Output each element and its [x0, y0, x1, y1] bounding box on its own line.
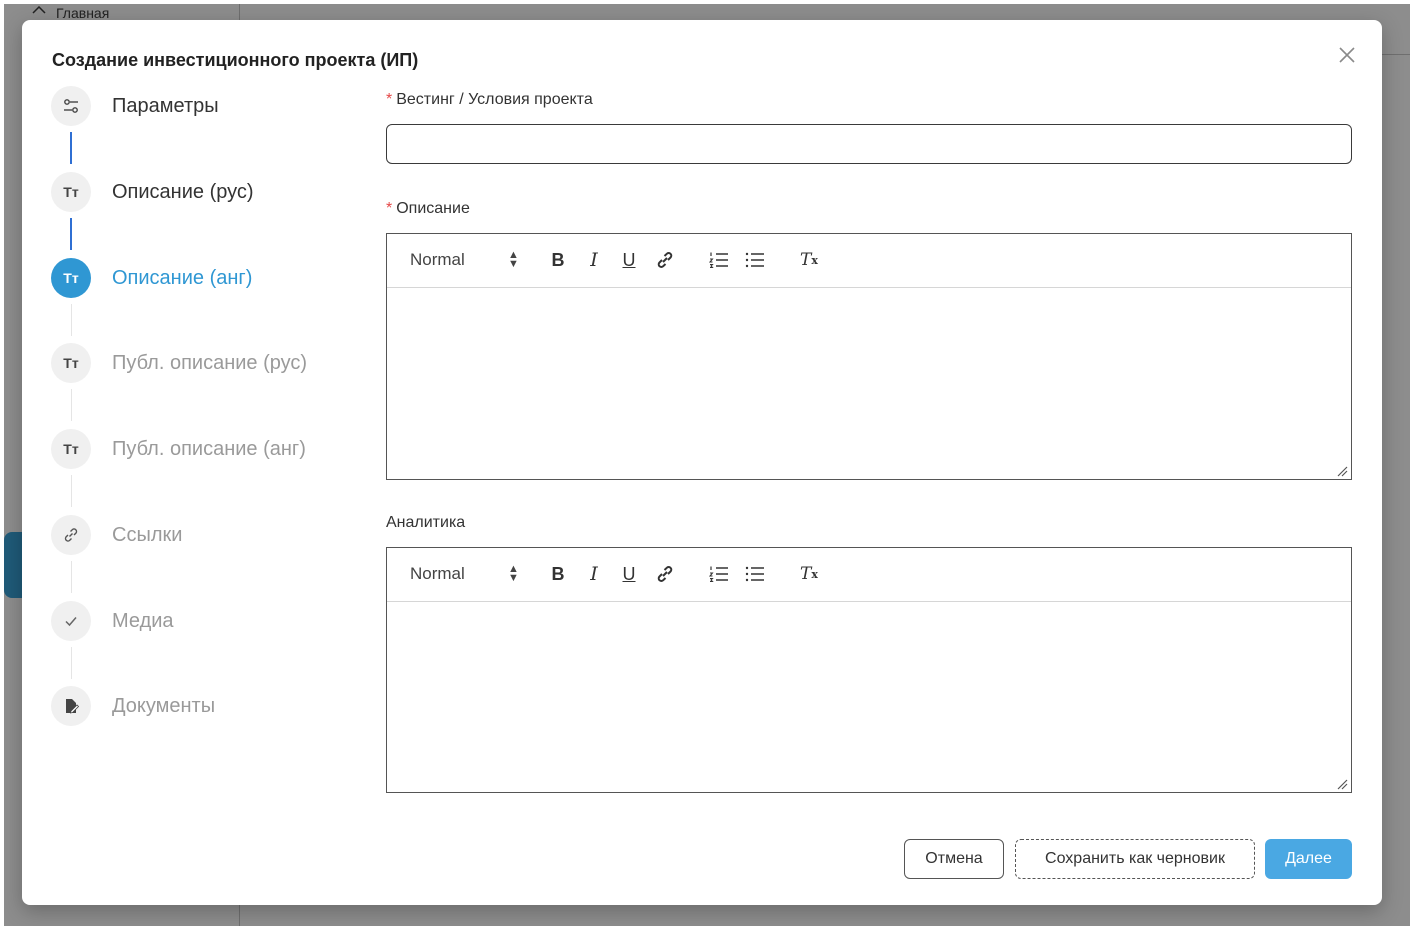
italic-button[interactable]: I [583, 248, 605, 272]
step-links[interactable]: Ссылки [51, 515, 381, 555]
clear-format-icon: T [800, 250, 812, 270]
step-label: Параметры [112, 94, 219, 117]
description-editor-body[interactable] [387, 288, 1351, 480]
vesting-label: * Вестинг / Условия проекта [386, 91, 593, 109]
background-side-tab [4, 532, 22, 598]
step-public-description-en[interactable]: Тт Публ. описание (анг) [51, 429, 381, 469]
check-icon [65, 617, 77, 627]
clear-format-icon: T [800, 564, 812, 584]
modal-title: Создание инвестиционного проекта (ИП) [52, 50, 419, 70]
description-label-text: Описание [396, 200, 470, 217]
step-media[interactable]: Медиа [51, 601, 381, 641]
link-icon [657, 252, 673, 268]
close-icon[interactable] [1336, 44, 1358, 66]
bold-button[interactable]: B [547, 562, 569, 586]
sliders-icon [64, 99, 78, 113]
ordered-list-button[interactable] [707, 248, 731, 272]
text-icon: Тт [51, 429, 91, 469]
text-icon: Тт [51, 172, 91, 212]
step-connector [70, 218, 72, 250]
analytics-editor-body[interactable] [387, 602, 1351, 793]
step-label: Описание (анг) [112, 266, 253, 289]
italic-button[interactable]: I [583, 562, 605, 586]
step-description-ru[interactable]: Тт Описание (рус) [51, 172, 381, 212]
ordered-list-button[interactable] [707, 562, 731, 586]
step-connector [71, 475, 72, 507]
document-icon [66, 699, 80, 714]
step-connector [71, 389, 72, 421]
step-label: Публ. описание (рус) [112, 351, 308, 374]
step-connector [71, 561, 72, 593]
bullet-list-button[interactable] [743, 248, 767, 272]
background-divider-horizontal [1382, 54, 1410, 55]
description-label: * Описание [386, 200, 470, 218]
editor-toolbar: Normal ▲ ▼ B I U T x [387, 234, 1351, 288]
clear-format-sub: x [811, 253, 818, 267]
link-button[interactable] [653, 248, 677, 272]
bullet-list-icon [745, 252, 764, 268]
step-label: Публ. описание (анг) [112, 437, 306, 460]
step-circle [51, 86, 91, 126]
step-circle [51, 601, 91, 641]
format-select-value: Normal [410, 250, 465, 269]
select-arrows-icon: ▲ ▼ [508, 563, 519, 584]
text-icon: Тт [51, 258, 91, 298]
resize-handle-icon[interactable] [1336, 778, 1348, 790]
resize-handle-icon[interactable] [1336, 465, 1348, 477]
ordered-list-icon [709, 252, 728, 268]
step-label: Медиа [112, 609, 174, 632]
analytics-editor: Normal ▲ ▼ B I U T x [386, 547, 1352, 793]
step-connector [70, 132, 72, 164]
bullet-list-icon [745, 566, 764, 582]
step-connector [71, 647, 72, 679]
format-select[interactable]: Normal ▲ ▼ [410, 562, 520, 586]
editor-toolbar: Normal ▲ ▼ B I U T x [387, 548, 1351, 602]
step-circle [51, 686, 91, 726]
clear-format-button[interactable]: Tx [797, 562, 821, 586]
analytics-label: Аналитика [386, 514, 466, 531]
step-label: Описание (рус) [112, 180, 254, 203]
clear-format-sub: x [811, 567, 818, 581]
create-project-modal: Создание инвестиционного проекта (ИП) Па… [22, 20, 1382, 905]
link-icon [657, 566, 673, 582]
home-icon [32, 6, 46, 14]
required-mark: * [386, 91, 393, 108]
clear-format-button[interactable]: Tx [797, 248, 821, 272]
underline-button[interactable]: U [618, 562, 640, 586]
next-button[interactable]: Далее [1265, 839, 1352, 879]
link-icon [64, 528, 78, 542]
step-circle [51, 515, 91, 555]
step-connector [71, 304, 72, 336]
format-select-value: Normal [410, 564, 465, 583]
step-public-description-ru[interactable]: Тт Публ. описание (рус) [51, 343, 381, 383]
step-label: Документы [112, 694, 216, 717]
bullet-list-button[interactable] [743, 562, 767, 586]
ordered-list-icon [709, 566, 728, 582]
required-mark: * [386, 200, 393, 217]
save-draft-button[interactable]: Сохранить как черновик [1015, 839, 1255, 879]
step-documents[interactable]: Документы [51, 686, 381, 726]
background-home-label: Главная [56, 5, 110, 21]
select-arrows-icon: ▲ ▼ [508, 249, 519, 270]
link-button[interactable] [653, 562, 677, 586]
description-editor: Normal ▲ ▼ B I U T x [386, 233, 1352, 480]
format-select[interactable]: Normal ▲ ▼ [410, 248, 520, 272]
bold-button[interactable]: B [547, 248, 569, 272]
step-label: Ссылки [112, 523, 183, 546]
underline-button[interactable]: U [618, 248, 640, 272]
cancel-button[interactable]: Отмена [904, 839, 1004, 879]
step-description-en[interactable]: Тт Описание (анг) [51, 258, 381, 298]
vesting-label-text: Вестинг / Условия проекта [396, 91, 593, 108]
text-icon: Тт [51, 343, 91, 383]
step-parameters[interactable]: Параметры [51, 86, 381, 126]
vesting-input[interactable] [386, 124, 1352, 164]
